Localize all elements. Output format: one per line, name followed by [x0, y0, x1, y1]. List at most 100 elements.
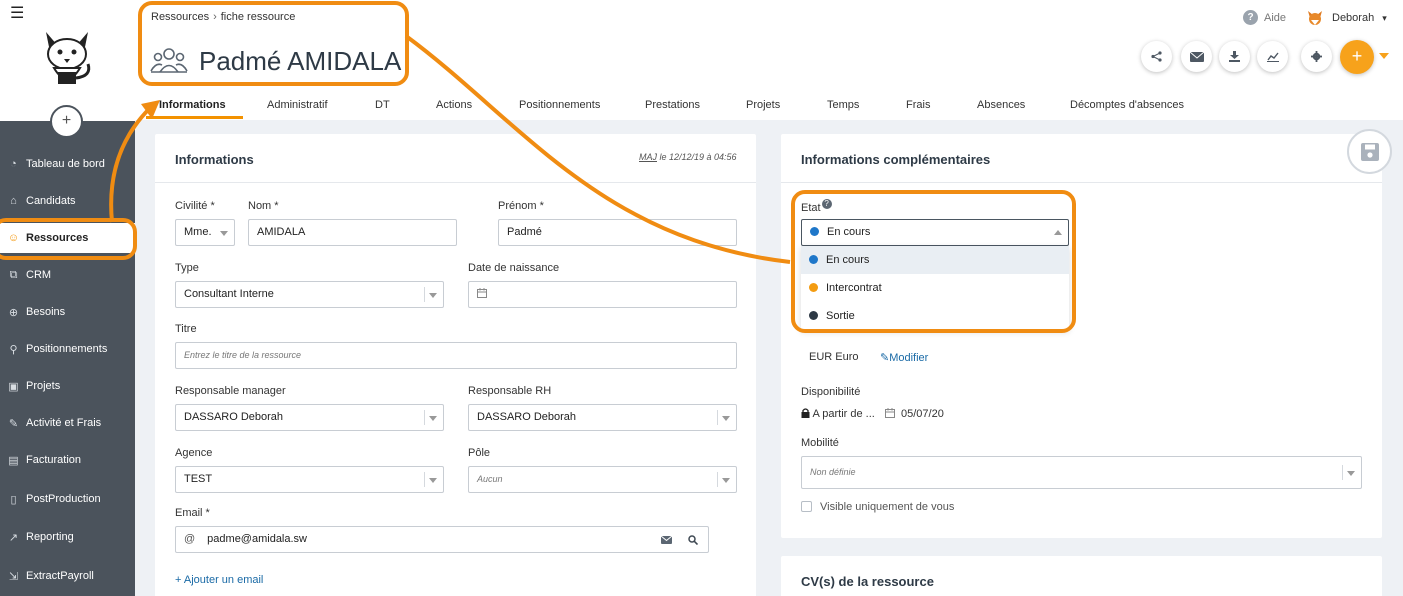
modifier-label: Modifier	[889, 352, 929, 364]
download-icon	[1229, 51, 1240, 62]
tab-projets[interactable]: Projets	[746, 99, 780, 111]
mail-icon[interactable]	[661, 536, 672, 544]
email-field[interactable]: @ padme@amidala.sw	[175, 526, 709, 553]
naissance-label: Date de naissance	[468, 262, 560, 274]
lock-icon	[801, 408, 810, 418]
tab-frais[interactable]: Frais	[906, 99, 930, 111]
sidebar-item-reporting[interactable]: ↗ Reporting	[0, 522, 135, 552]
separator	[424, 287, 425, 302]
civilite-value: Mme.	[184, 226, 212, 238]
sidebar-header: ☰	[0, 0, 135, 121]
tab-administratif[interactable]: Administratif	[267, 99, 328, 111]
active-tab-indicator	[146, 116, 243, 119]
chevron-down-icon	[429, 478, 437, 483]
type-label: Type	[175, 262, 199, 274]
tab-positionnements[interactable]: Positionnements	[519, 99, 600, 111]
chevron-down-icon	[220, 231, 228, 236]
email-label: Email *	[175, 507, 210, 519]
sidebar-item-label: Besoins	[26, 306, 66, 318]
mail-icon	[1189, 51, 1204, 62]
ressources-highlight	[0, 218, 137, 260]
separator	[717, 472, 718, 487]
download-button[interactable]	[1219, 41, 1250, 72]
visible-checkbox[interactable]	[801, 501, 812, 512]
save-button[interactable]	[1347, 129, 1392, 174]
menu-icon[interactable]: ☰	[10, 6, 24, 22]
sidebar-item-label: Reporting	[26, 531, 74, 543]
pole-select[interactable]: Aucun	[468, 466, 737, 493]
avatar	[1308, 11, 1322, 25]
mobilite-placeholder: Non définie	[810, 467, 856, 477]
email-value: padme@amidala.sw	[207, 533, 307, 545]
share-button[interactable]	[1141, 41, 1172, 72]
sidebar-item-extractpayroll[interactable]: ⇲ ExtractPayroll	[0, 561, 135, 591]
resp-manager-select[interactable]: DASSARO Deborah	[175, 404, 444, 431]
user-menu[interactable]: Deborah ▾	[1307, 10, 1387, 26]
civilite-select[interactable]: Mme.	[175, 219, 235, 246]
tab-prestations[interactable]: Prestations	[645, 99, 700, 111]
separator	[717, 410, 718, 425]
card-title: Informations complémentaires	[801, 152, 991, 167]
sidebar-item-label: Candidats	[26, 195, 76, 207]
visible-checkbox-row[interactable]: Visible uniquement de vous	[801, 501, 954, 513]
email-button[interactable]	[1181, 41, 1212, 72]
nom-label: Nom *	[248, 200, 279, 212]
sidebar-item-besoins[interactable]: ⊕ Besoins	[0, 297, 135, 327]
briefcase-icon: ▣	[8, 380, 19, 393]
title-highlight	[138, 1, 409, 86]
sidebar-item-label: Projets	[26, 380, 61, 392]
sidebar-item-label: Activité et Frais	[26, 417, 102, 429]
floppy-icon	[1360, 142, 1379, 161]
tab-absences[interactable]: Absences	[977, 99, 1025, 111]
search-icon[interactable]	[688, 535, 698, 545]
sidebar-item-projets[interactable]: ▣ Projets	[0, 371, 135, 401]
nom-field[interactable]: AMIDALA	[248, 219, 457, 246]
add-button[interactable]: +	[50, 105, 83, 138]
settings-button[interactable]	[1301, 41, 1332, 72]
sidebar-item-label: ExtractPayroll	[26, 570, 94, 582]
chevron-down-icon[interactable]	[1379, 53, 1389, 59]
sidebar-item-positionnements[interactable]: ⚲ Positionnements	[0, 334, 135, 364]
sidebar-item-crm[interactable]: ⧉ CRM	[0, 260, 135, 290]
agence-select[interactable]: TEST	[175, 466, 444, 493]
tab-informations[interactable]: Informations	[159, 99, 226, 111]
help-label: Aide	[1264, 11, 1287, 24]
birthdate-field[interactable]	[468, 281, 737, 308]
type-select[interactable]: Consultant Interne	[175, 281, 444, 308]
gear-icon	[1311, 51, 1322, 62]
tab-temps[interactable]: Temps	[827, 99, 859, 111]
disponibilite-mode[interactable]: A partir de ...	[801, 408, 875, 420]
agence-value: TEST	[184, 473, 213, 485]
currency-value: EUR Euro	[809, 351, 859, 363]
tab-actions[interactable]: Actions	[436, 99, 472, 111]
sidebar-item-label: Positionnements	[26, 343, 108, 355]
resp-manager-label: Responsable manager	[175, 385, 286, 397]
add-email-link[interactable]: + Ajouter un email	[175, 574, 263, 586]
sidebar-item-activite-et-frais[interactable]: ✎ Activité et Frais	[0, 408, 135, 438]
chevron-down-icon	[722, 478, 730, 483]
stats-button[interactable]	[1257, 41, 1288, 72]
sidebar-item-candidats[interactable]: ⌂ Candidats	[0, 186, 135, 216]
pin-icon: ⚲	[9, 343, 18, 356]
user-name: Deborah	[1332, 12, 1375, 24]
civilite-label: Civilité *	[175, 200, 215, 212]
sidebar-item-postproduction[interactable]: ▯ PostProduction	[0, 484, 135, 514]
tab-decomptes-absences[interactable]: Décomptes d'absences	[1070, 99, 1184, 111]
mobilite-select[interactable]: Non définie	[801, 456, 1362, 489]
tab-dt[interactable]: DT	[375, 99, 390, 111]
sidebar-item-label: PostProduction	[26, 493, 101, 505]
disponibilite-label: Disponibilité	[801, 386, 861, 398]
divider	[781, 182, 1382, 183]
add-action-button[interactable]: +	[1340, 40, 1374, 74]
titre-field[interactable]: Entrez le titre de la ressource	[175, 342, 737, 369]
modifier-link[interactable]: ✎Modifier	[880, 351, 928, 364]
resp-rh-select[interactable]: DASSARO Deborah	[468, 404, 737, 431]
help-icon: ?	[1243, 10, 1258, 25]
sidebar-item-tableau-de-bord[interactable]: ◔ Tableau de bord	[0, 149, 135, 179]
prenom-field[interactable]: Padmé	[498, 219, 737, 246]
chevron-down-icon	[429, 293, 437, 298]
help-link[interactable]: ? Aide	[1243, 10, 1286, 25]
disponibilite-date[interactable]: 05/07/20	[885, 408, 944, 420]
sidebar-item-facturation[interactable]: ▤ Facturation	[0, 445, 135, 475]
calendar-icon	[885, 408, 895, 418]
